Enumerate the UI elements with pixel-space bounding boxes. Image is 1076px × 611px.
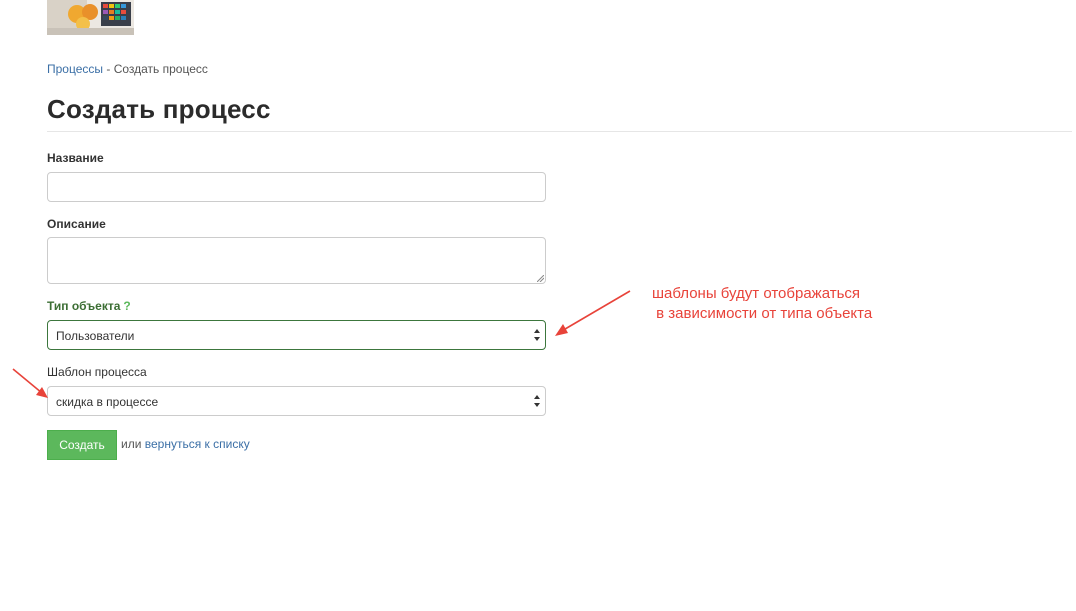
template-select[interactable]: скидка в процессе (47, 386, 546, 416)
or-text: или (121, 437, 142, 451)
object-type-select[interactable]: Пользователи (47, 320, 546, 350)
breadcrumb-link-processes[interactable]: Процессы (47, 62, 103, 76)
page: Процессы - Создать процесс Создать проце… (0, 0, 1076, 611)
object-type-label-text: Тип объекта (47, 299, 121, 313)
template-label: Шаблон процесса (47, 365, 147, 379)
template-selected-value: скидка в процессе (56, 395, 159, 409)
back-to-list-link[interactable]: вернуться к списку (145, 437, 250, 451)
breadcrumb-separator: - (103, 62, 114, 76)
name-input[interactable] (47, 172, 546, 202)
title-divider (47, 131, 1072, 132)
resize-grip-icon[interactable] (537, 275, 544, 282)
name-label: Название (47, 151, 104, 165)
breadcrumb: Процессы - Создать процесс (47, 62, 208, 76)
template-arrow-icon (12, 368, 48, 398)
back-to-list-group: или вернуться к списку (121, 437, 250, 451)
page-title: Создать процесс (47, 94, 271, 124)
annotation-arrow-icon (555, 290, 631, 336)
updown-arrows-icon (534, 395, 540, 407)
updown-arrows-icon (534, 329, 540, 341)
breadcrumb-current: Создать процесс (113, 62, 208, 76)
description-textarea[interactable] (47, 237, 546, 284)
create-button[interactable]: Создать (47, 430, 117, 460)
question-mark-icon[interactable]: ? (123, 299, 130, 313)
annotation-text: шаблоны будут отображаться в зависимости… (652, 285, 873, 322)
object-type-selected-value: Пользователи (56, 329, 135, 343)
header-image (47, 0, 134, 35)
object-type-label: Тип объекта? (47, 299, 131, 313)
description-wrapper (47, 237, 546, 284)
description-label: Описание (47, 217, 106, 231)
